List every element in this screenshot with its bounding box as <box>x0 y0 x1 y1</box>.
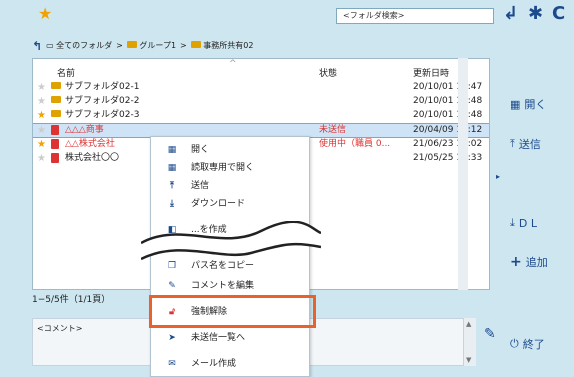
breadcrumb: ↰ ▭ 全てのフォルダ > グループ1 > 事務所共有02 <box>32 38 253 54</box>
row-name: △△株式会社 <box>65 139 115 149</box>
star-icon[interactable]: ★ <box>37 138 46 151</box>
open-button[interactable]: ▦ 開く <box>510 96 546 112</box>
folder-icon <box>190 41 201 48</box>
asterisk-icon[interactable]: ✱ <box>528 3 543 25</box>
document-icon <box>51 139 59 149</box>
menu-item-open[interactable]: ▦ 開く <box>151 141 309 159</box>
row-updated: 20/04/09 17:12 <box>413 125 483 135</box>
refresh-icon[interactable]: C <box>552 3 565 25</box>
breadcrumb-item[interactable]: ▭ 全てのフォルダ <box>46 38 112 54</box>
download-button[interactable]: ⤓ D L <box>510 216 537 230</box>
folder-icon <box>51 96 61 103</box>
omission-wave-lines <box>141 221 321 261</box>
comment-label: <コメント> <box>37 324 83 333</box>
star-icon[interactable]: ★ <box>37 124 46 137</box>
table-row[interactable]: ★ サブフォルダ02-1 20/10/01 10:47 <box>33 81 489 94</box>
row-updated: 21/06/23 17:02 <box>413 139 483 149</box>
comment-scrollbar[interactable]: ▲ ▼ <box>464 318 476 366</box>
return-icon[interactable]: ↲ <box>503 3 518 25</box>
exit-button[interactable]: ⏻ 終了 <box>510 336 545 352</box>
sort-indicator-icon: ^ <box>229 59 237 69</box>
plus-icon: + <box>510 254 522 270</box>
menu-item-download[interactable]: ⤓ ダウンロード <box>151 195 309 213</box>
row-name: △△△商事 <box>65 125 104 135</box>
list-scrollbar[interactable] <box>458 58 468 290</box>
mail-icon: ✉ <box>168 359 176 369</box>
download-icon: ⤓ <box>170 199 174 209</box>
table-header: 名前 ^ 状態 更新日時 <box>33 59 489 79</box>
download-icon: ⤓ <box>510 216 515 229</box>
send-button[interactable]: ⤒ 送信 <box>510 136 541 152</box>
folder-search-input[interactable]: <フォルダ検索> <box>336 8 494 24</box>
upload-icon: ⤒ <box>170 181 174 191</box>
menu-item-create-mail[interactable]: ✉ メール作成 <box>151 355 309 373</box>
favorites-star-icon[interactable]: ★ <box>38 6 52 22</box>
menu-item-open-readonly[interactable]: ▦ 読取専用で開く <box>151 159 309 177</box>
scroll-down-icon[interactable]: ▼ <box>466 356 471 364</box>
breadcrumb-separator: > <box>116 41 123 50</box>
row-name: サブフォルダ02-2 <box>65 96 140 106</box>
row-name: サブフォルダ02-1 <box>65 82 140 92</box>
power-icon: ⏻ <box>510 337 519 350</box>
row-name: サブフォルダ02-3 <box>65 110 140 120</box>
expand-arrow-icon[interactable]: ▸ <box>496 172 500 181</box>
column-header-status[interactable]: 状態 <box>319 66 337 79</box>
page-status: 1−5/5件（1/1頁） <box>32 295 111 305</box>
star-icon[interactable]: ★ <box>37 152 46 165</box>
send-icon: ➤ <box>168 333 176 343</box>
breadcrumb-separator: > <box>180 41 187 50</box>
folder-outline-icon: ▭ <box>46 41 54 50</box>
table-row[interactable]: ★ サブフォルダ02-2 20/10/01 10:48 <box>33 95 489 108</box>
star-icon[interactable]: ★ <box>37 95 46 108</box>
back-arrow-icon[interactable]: ↰ <box>32 38 42 54</box>
context-menu: ▦ 開く ▦ 読取専用で開く ⤒ 送信 ⤓ ダウンロード ◧ ...を作成 ❐ パス名をコピ… <box>141 136 321 377</box>
row-updated: 20/10/01 10:48 <box>413 110 483 120</box>
highlight-box <box>149 295 316 328</box>
star-icon[interactable]: ★ <box>37 81 46 94</box>
add-button[interactable]: + 追加 <box>510 254 548 270</box>
grid-icon: ▦ <box>167 145 177 155</box>
pencil-icon: ✎ <box>168 281 176 291</box>
row-status: 使用中（職員 0... <box>319 139 391 149</box>
row-name: 株式会社〇〇 <box>65 153 120 163</box>
grid-icon: ▦ <box>510 97 521 111</box>
row-status: 未送信 <box>319 125 347 135</box>
column-header-name[interactable]: 名前 <box>57 66 75 79</box>
scroll-up-icon[interactable]: ▲ <box>466 320 471 328</box>
top-toolbar: ★ <フォルダ検索> ↲ ✱ C <box>0 0 574 32</box>
star-icon[interactable]: ★ <box>37 109 46 122</box>
document-icon <box>51 153 59 163</box>
grid-icon: ▦ <box>167 163 177 173</box>
row-updated: 20/10/01 10:47 <box>413 82 483 92</box>
folder-icon <box>51 82 61 89</box>
menu-item-send[interactable]: ⤒ 送信 <box>151 177 309 195</box>
upload-icon: ⤒ <box>510 137 515 150</box>
breadcrumb-item[interactable]: 事務所共有02 <box>190 38 253 54</box>
document-icon <box>51 125 59 135</box>
breadcrumb-item[interactable]: グループ1 <box>126 38 176 54</box>
edit-comment-icon[interactable]: ✎ <box>484 326 496 342</box>
menu-item-edit-comment[interactable]: ✎ コメントを編集 <box>151 277 309 295</box>
folder-icon <box>51 110 61 117</box>
table-row[interactable]: ★ サブフォルダ02-3 20/10/01 10:48 <box>33 109 489 122</box>
menu-item-unsent-list[interactable]: ➤ 未送信一覧へ <box>151 329 309 347</box>
column-header-updated[interactable]: 更新日時 <box>413 66 449 79</box>
folder-icon <box>126 41 137 48</box>
row-updated: 20/10/01 10:48 <box>413 96 483 106</box>
row-updated: 21/05/25 11:33 <box>413 153 483 163</box>
